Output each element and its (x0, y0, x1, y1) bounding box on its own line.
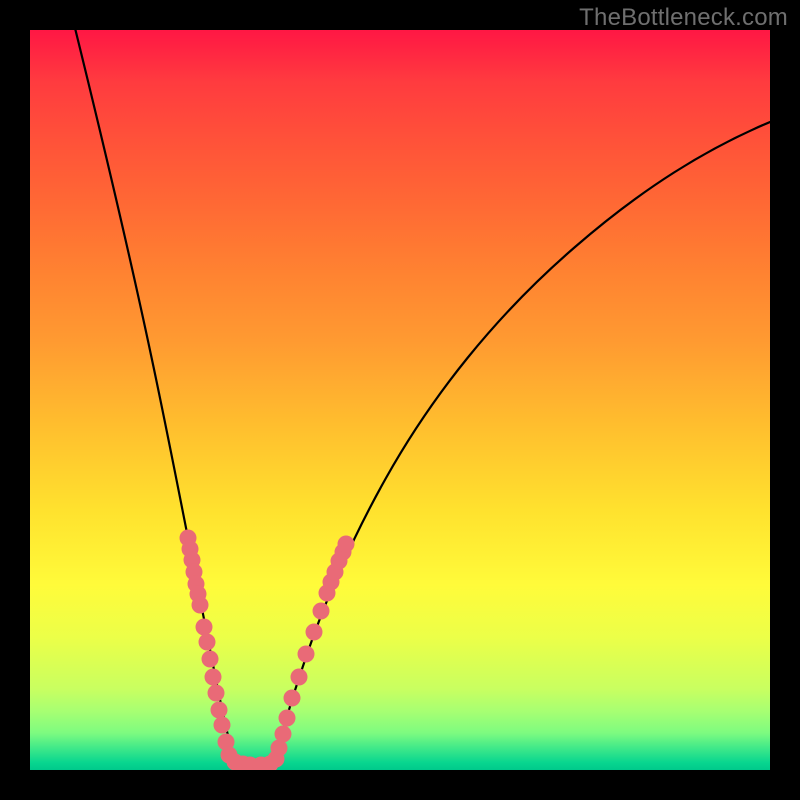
data-point (284, 690, 301, 707)
plot-area (30, 30, 770, 770)
data-point (275, 726, 292, 743)
data-point (306, 624, 323, 641)
data-point (298, 646, 315, 663)
data-point (199, 634, 216, 651)
data-point (205, 669, 222, 686)
data-point (196, 619, 213, 636)
watermark-text: TheBottleneck.com (579, 4, 788, 32)
data-point (313, 603, 330, 620)
chart-svg (30, 30, 770, 770)
data-point (338, 536, 355, 553)
right-curve (275, 122, 770, 763)
data-point (208, 685, 225, 702)
data-point (202, 651, 219, 668)
data-point (211, 702, 228, 719)
left-curve-dots (180, 530, 270, 771)
outer-frame: TheBottleneck.com (0, 0, 800, 800)
right-curve-dots (262, 536, 355, 771)
data-point (279, 710, 296, 727)
data-point (214, 717, 231, 734)
data-point (291, 669, 308, 686)
data-point (192, 597, 209, 614)
